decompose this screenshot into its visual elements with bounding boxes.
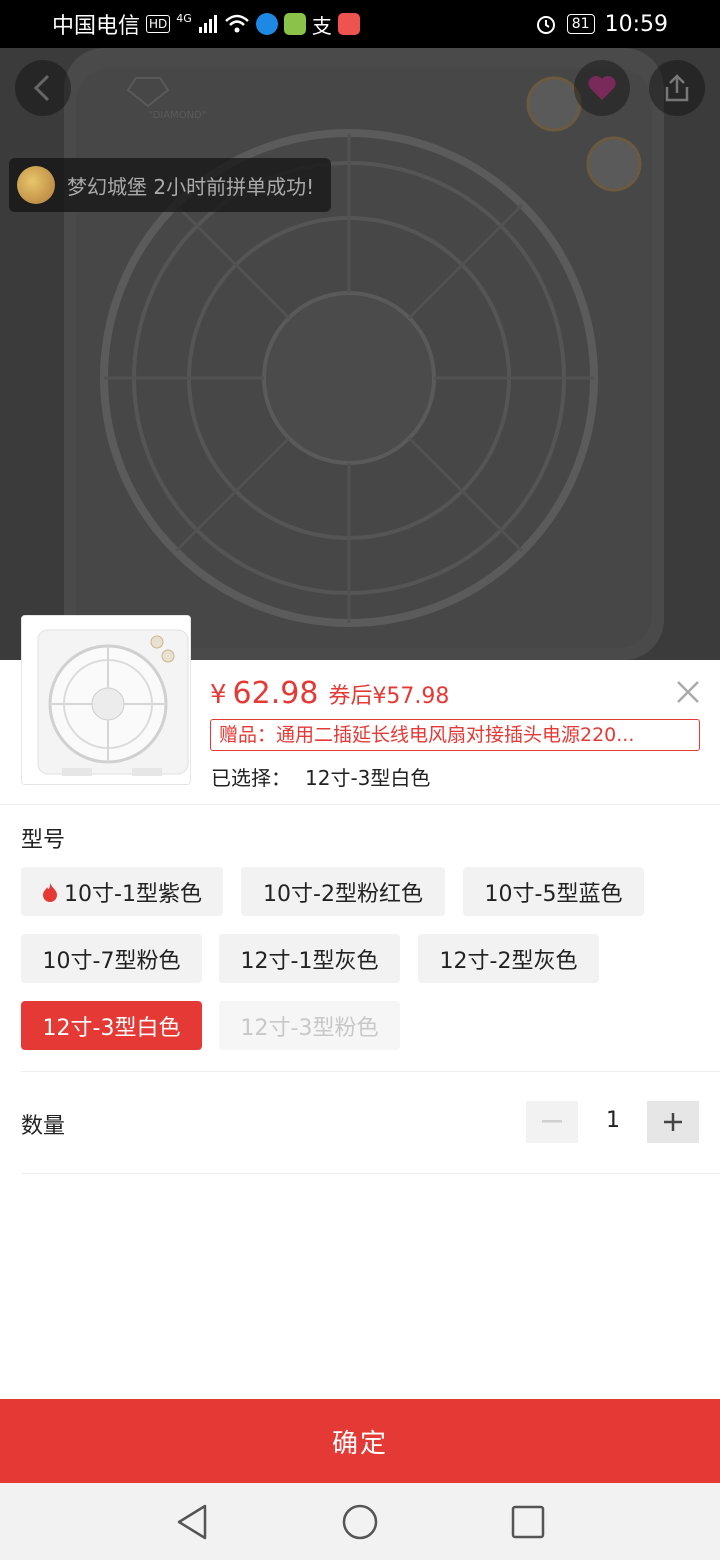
network-type: 4G: [176, 11, 192, 25]
share-button[interactable]: [649, 60, 705, 116]
selected-value: 12寸-3型白色: [305, 766, 431, 790]
favorite-icon: [588, 76, 616, 100]
nav-back-button[interactable]: [168, 1498, 216, 1546]
app-notification-icon: [337, 13, 360, 35]
nav-home-icon: [342, 1504, 378, 1539]
signal-icon: [198, 15, 217, 33]
price-row: ¥ 62.98 券后¥57.98: [210, 676, 449, 711]
back-icon: [33, 74, 50, 102]
status-bar: 中国电信 HD 4G 支 81 10:59: [0, 0, 720, 48]
option-chip-disabled: 12寸-3型粉色: [219, 1001, 400, 1050]
wifi-icon: [224, 14, 249, 33]
close-button[interactable]: [672, 676, 704, 708]
product-thumbnail: [21, 615, 191, 785]
nav-back-icon: [177, 1504, 207, 1539]
option-chip[interactable]: 12寸-2型灰色: [418, 934, 599, 983]
alipay-icon: 支: [311, 13, 332, 38]
gift-badge: 赠品：通用二插延长线电风扇对接插头电源220...: [210, 719, 700, 751]
nav-home-button[interactable]: [336, 1498, 384, 1546]
option-chip[interactable]: 12寸-1型灰色: [219, 934, 400, 983]
favorite-button[interactable]: [574, 60, 630, 116]
currency-symbol: ¥: [210, 680, 227, 710]
selected-label: 已选择：: [211, 766, 291, 790]
share-icon: [665, 74, 689, 102]
option-label: 10寸-1型紫色: [64, 881, 202, 907]
nav-recents-button[interactable]: [504, 1498, 552, 1546]
box-fan-image: "DIAMOND": [64, 48, 664, 660]
divider: [21, 1173, 720, 1174]
option-chip[interactable]: 10寸-5型蓝色: [463, 867, 644, 916]
toast-text: 梦幻城堡 2小时前拼单成功!: [67, 174, 315, 199]
quantity-label: 数量: [21, 1114, 66, 1139]
battery-level: 81: [566, 14, 595, 34]
option-chip[interactable]: 10寸-7型粉色: [21, 934, 202, 983]
back-button[interactable]: [15, 60, 71, 116]
alarm-icon: [536, 16, 555, 34]
price: 62.98: [232, 676, 319, 711]
option-chip[interactable]: 10寸-1型紫色: [21, 867, 223, 916]
product-hero-image: "DIAMOND" 梦幻城堡 2小时前拼单成功!: [0, 48, 720, 660]
box-fan-thumbnail: [22, 616, 190, 784]
option-chip[interactable]: 10寸-2型粉红色: [241, 867, 445, 916]
option-section-title: 型号: [21, 828, 66, 853]
app-notification-icon: [255, 13, 278, 35]
nav-recents-icon: [511, 1505, 545, 1538]
divider: [0, 804, 720, 805]
clock: 10:59: [604, 11, 668, 37]
system-navigation-bar: [0, 1483, 720, 1560]
group-buy-toast: 梦幻城堡 2小时前拼单成功!: [9, 158, 331, 212]
app-notification-icon: [283, 13, 306, 35]
divider: [21, 1071, 720, 1072]
confirm-button[interactable]: 确定: [0, 1399, 720, 1483]
quantity-increase-button[interactable]: [647, 1101, 699, 1143]
hd-badge: HD: [146, 15, 171, 33]
option-chip-selected[interactable]: 12寸-3型白色: [21, 1001, 202, 1050]
avatar: [17, 166, 55, 204]
flame-icon: [42, 882, 58, 902]
quantity-value[interactable]: 1: [585, 1108, 641, 1133]
coupon-price: 券后¥57.98: [328, 684, 450, 709]
close-icon: [677, 681, 699, 703]
selected-summary: 已选择： 12寸-3型白色: [211, 762, 430, 791]
quantity-decrease-button[interactable]: [526, 1101, 578, 1143]
brand-logo-text: "DIAMOND": [148, 110, 206, 121]
minus-icon: [542, 1120, 562, 1123]
plus-icon: [664, 1113, 682, 1131]
carrier-name: 中国电信: [52, 14, 141, 39]
